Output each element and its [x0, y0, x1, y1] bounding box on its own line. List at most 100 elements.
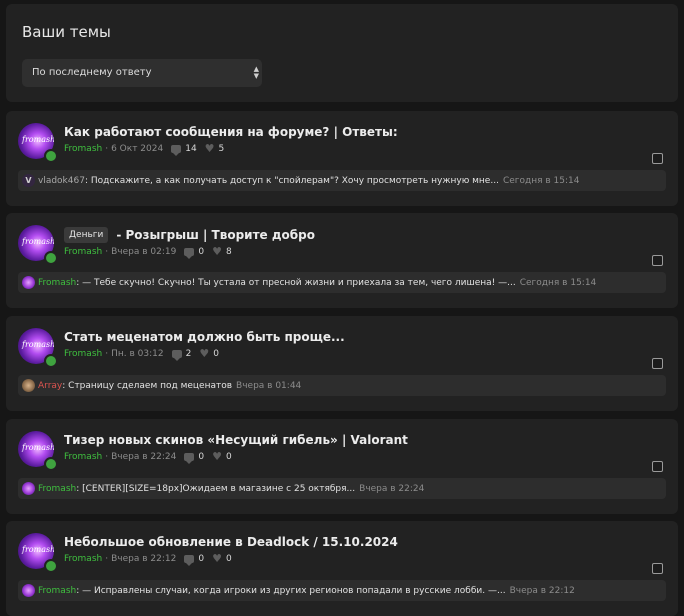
heart-icon: ♥	[212, 450, 222, 463]
last-reply-row[interactable]: Fromash: — Исправлены случаи, когда игро…	[18, 580, 666, 601]
online-status-icon	[44, 457, 58, 471]
separator: ·	[105, 143, 109, 154]
author-link[interactable]: Fromash	[64, 452, 102, 462]
avatar-logo-text: fromash	[22, 443, 54, 452]
sort-select-value: По последнему ответу	[32, 67, 152, 78]
avatar-logo-text: fromash	[22, 237, 54, 246]
author-link[interactable]: Fromash	[64, 144, 102, 154]
like-count: 0	[225, 451, 232, 462]
thread-card: fromash Как работают сообщения на форуме…	[6, 111, 678, 206]
reply-avatar: V	[22, 174, 35, 187]
like-count: 5	[218, 143, 225, 154]
thread-date: Пн. в 03:12	[111, 348, 164, 359]
thread-select-checkbox[interactable]	[652, 461, 663, 472]
author-link[interactable]: Fromash	[64, 247, 102, 257]
reply-snippet: Подскажите, а как получать доступ к "спо…	[90, 175, 499, 186]
reply-snippet: — Исправлены случаи, когда игроки из дру…	[82, 585, 506, 596]
like-count: 0	[213, 348, 219, 359]
thread-select-checkbox[interactable]	[652, 358, 663, 369]
heart-icon: ♥	[212, 245, 222, 258]
reply-avatar	[22, 482, 35, 495]
thread-date: Вчера в 22:12	[111, 553, 177, 564]
thread-prefix-tag[interactable]: Деньги	[64, 227, 109, 243]
avatar-logo-text: fromash	[22, 340, 54, 349]
avatar-logo-text: fromash	[22, 135, 54, 144]
thread-select-checkbox[interactable]	[652, 153, 663, 164]
select-arrows-icon: ▲ ▼	[253, 65, 259, 80]
your-threads-header: Ваши темы По последнему ответу ▲ ▼	[6, 4, 678, 102]
reply-time: Вчера в 22:24	[359, 483, 425, 494]
comment-icon	[184, 554, 195, 566]
like-count: 0	[225, 553, 232, 564]
thread-title-row: Стать меценатом должно быть проще...	[64, 330, 345, 344]
thread-title-row: Небольшое обновление в Deadlock / 15.10.…	[64, 535, 398, 549]
thread-card: fromash Тизер новых скинов «Несущий гибе…	[6, 419, 678, 514]
online-status-icon	[44, 354, 58, 368]
page-title: Ваши темы	[22, 23, 111, 41]
online-status-icon	[44, 149, 58, 163]
thread-title-row: Тизер новых скинов «Несущий гибель» | Va…	[64, 433, 408, 447]
reply-avatar	[22, 276, 35, 289]
thread-title-link[interactable]: Как работают сообщения на форуме? | Отве…	[64, 125, 398, 139]
avatar-logo-text: fromash	[22, 545, 54, 554]
page: Ваши темы По последнему ответу ▲ ▼ fromas…	[0, 0, 684, 616]
comment-icon	[171, 349, 182, 361]
reply-count: 14	[185, 143, 197, 154]
heart-icon: ♥	[204, 142, 215, 155]
thread-date: Вчера в 22:24	[111, 451, 177, 462]
thread-meta: Fromash · Пн. в 03:12 2 ♥ 0	[64, 347, 219, 361]
thread-card: fromash Стать меценатом должно быть прощ…	[6, 316, 678, 411]
thread-select-checkbox[interactable]	[652, 563, 663, 574]
thread-title-link[interactable]: - Розыгрыш | Творите добро	[116, 228, 315, 242]
thread-title-link[interactable]: Стать меценатом должно быть проще...	[64, 330, 345, 344]
thread-meta: Fromash · 6 Окт 2024 14 ♥ 5	[64, 142, 225, 156]
reply-snippet: Страницу сделаем под меценатов	[68, 380, 233, 391]
thread-title-row: Деньги - Розыгрыш | Творите добро	[64, 227, 315, 243]
last-reply-row[interactable]: Array: Страницу сделаем под меценатов Вч…	[18, 375, 666, 396]
thread-meta: Fromash · Вчера в 22:12 0 ♥ 0	[64, 552, 232, 566]
separator: ·	[105, 348, 109, 359]
separator: ·	[105, 451, 109, 462]
sort-select[interactable]: По последнему ответу ▲ ▼	[22, 59, 262, 87]
author-link[interactable]: Fromash	[64, 349, 102, 359]
reply-avatar	[22, 379, 35, 392]
thread-select-checkbox[interactable]	[652, 255, 663, 266]
online-status-icon	[44, 251, 58, 265]
thread-title-row: Как работают сообщения на форуме? | Отве…	[64, 125, 398, 139]
reply-username-link[interactable]: Array	[38, 381, 62, 391]
thread-date: 6 Окт 2024	[111, 143, 164, 154]
thread-card: fromash Небольшое обновление в Deadlock …	[6, 521, 678, 616]
reply-username-link[interactable]: Fromash	[38, 484, 76, 494]
reply-count: 2	[185, 348, 192, 359]
reply-username-link[interactable]: Fromash	[38, 586, 76, 596]
separator: ·	[105, 553, 109, 564]
comment-icon	[171, 144, 182, 156]
thread-meta: Fromash · Вчера в 22:24 0 ♥ 0	[64, 450, 232, 464]
comment-icon	[184, 247, 195, 259]
heart-icon: ♥	[199, 347, 210, 360]
last-reply-row[interactable]: Fromash: [CENTER][SIZE=18px]Ожидаем в ма…	[18, 478, 666, 499]
like-count: 8	[225, 246, 232, 257]
reply-count: 0	[198, 246, 205, 257]
reply-time: Сегодня в 15:14	[519, 277, 597, 288]
reply-count: 0	[198, 553, 205, 564]
reply-avatar	[22, 584, 35, 597]
reply-time: Сегодня в 15:14	[502, 175, 580, 186]
last-reply-row[interactable]: Fromash: — Тебе скучно! Скучно! Ты устал…	[18, 272, 666, 293]
thread-title-link[interactable]: Небольшое обновление в Deadlock / 15.10.…	[64, 535, 398, 549]
thread-card: fromash Деньги - Розыгрыш | Творите добр…	[6, 213, 678, 308]
reply-username-link[interactable]: Fromash	[38, 278, 76, 288]
reply-count: 0	[198, 451, 205, 462]
reply-time: Вчера в 22:12	[509, 585, 575, 596]
thread-title-link[interactable]: Тизер новых скинов «Несущий гибель» | Va…	[64, 433, 408, 447]
reply-time: Вчера в 01:44	[236, 380, 302, 391]
online-status-icon	[44, 559, 58, 573]
author-link[interactable]: Fromash	[64, 554, 102, 564]
reply-username-link[interactable]: vladok467	[38, 176, 85, 186]
reply-snippet: [CENTER][SIZE=18px]Ожидаем в магазине с …	[82, 483, 356, 494]
separator: ·	[105, 246, 109, 257]
last-reply-row[interactable]: V vladok467: Подскажите, а как получать …	[18, 170, 666, 191]
reply-snippet: — Тебе скучно! Скучно! Ты устала от прес…	[82, 277, 516, 288]
heart-icon: ♥	[212, 552, 222, 565]
thread-meta: Fromash · Вчера в 02:19 0 ♥ 8	[64, 245, 232, 259]
